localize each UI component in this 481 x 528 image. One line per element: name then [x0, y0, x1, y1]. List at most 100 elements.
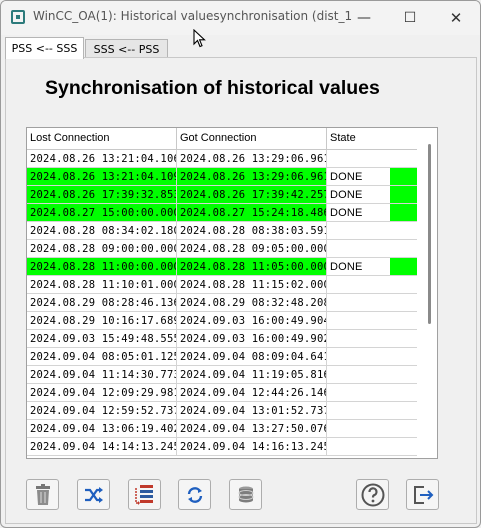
- shuffle-icon: [84, 486, 103, 503]
- cell-got-connection: 2024.08.29 08:32:48.208: [177, 294, 327, 311]
- table-row[interactable]: 2024.09.04 13:06:19.402 2024.09.04 13:27:…: [27, 420, 417, 438]
- cell-state: DONE: [327, 204, 390, 221]
- cell-got-connection: 2024.09.04 13:01:52.737: [177, 402, 327, 419]
- minimize-button[interactable]: —: [341, 1, 387, 35]
- cell-got-connection: 2024.08.26 17:39:42.257: [177, 186, 327, 203]
- title-bar[interactable]: WinCC_OA(1): Historical valuesynchronisa…: [1, 1, 480, 35]
- table-row[interactable]: 2024.08.28 09:00:00.000 2024.08.28 09:05:…: [27, 240, 417, 258]
- tab-pss-from-sss[interactable]: PSS <-- SSS: [5, 37, 84, 59]
- cell-lost-connection: 2024.08.28 08:34:02.180: [27, 222, 177, 239]
- table-body: 2024.08.26 13:21:04.106 2024.08.26 13:29:…: [27, 150, 417, 456]
- table-row[interactable]: 2024.08.26 17:39:32.853 2024.08.26 17:39:…: [27, 186, 417, 204]
- cell-lost-connection: 2024.09.04 11:14:30.773: [27, 366, 177, 383]
- table-header: Lost Connection Got Connection State: [27, 128, 417, 150]
- cell-state: [327, 420, 390, 437]
- cell-state: [327, 366, 390, 383]
- list-transfer-icon: [134, 484, 153, 505]
- tab-sss-from-pss[interactable]: SSS <-- PSS: [85, 39, 168, 58]
- table-row[interactable]: 2024.09.03 15:49:48.555 2024.09.03 16:00:…: [27, 330, 417, 348]
- page-title: Synchronisation of historical values: [45, 77, 380, 99]
- cell-state: [327, 402, 390, 419]
- table-row[interactable]: 2024.08.27 15:00:00.000 2024.08.27 15:24:…: [27, 204, 417, 222]
- help-button[interactable]: [356, 479, 389, 510]
- trash-icon: [35, 483, 50, 505]
- table-row[interactable]: 2024.08.28 08:34:02.180 2024.08.28 08:38:…: [27, 222, 417, 240]
- table-row[interactable]: 2024.09.04 12:59:52.737 2024.09.04 13:01:…: [27, 402, 417, 420]
- table-row[interactable]: 2024.08.26 13:21:04.106 2024.08.26 13:29:…: [27, 150, 417, 168]
- cell-state: DONE: [327, 168, 390, 185]
- cell-got-connection: 2024.08.27 15:24:18.486: [177, 204, 327, 221]
- table-row[interactable]: 2024.08.29 08:28:46.136 2024.08.29 08:32:…: [27, 294, 417, 312]
- cell-lost-connection: 2024.08.26 17:39:32.853: [27, 186, 177, 203]
- table-row[interactable]: 2024.08.28 11:00:00.000 2024.08.28 11:05:…: [27, 258, 417, 276]
- table-row[interactable]: 2024.09.04 11:14:30.773 2024.09.04 11:19:…: [27, 366, 417, 384]
- vertical-scrollbar[interactable]: [425, 144, 435, 444]
- column-header-got-connection[interactable]: Got Connection: [177, 128, 327, 149]
- cell-lost-connection: 2024.08.28 11:10:01.000: [27, 276, 177, 293]
- cell-lost-connection: 2024.09.04 13:06:19.402: [27, 420, 177, 437]
- cell-got-connection: 2024.09.03 16:00:49.902: [177, 330, 327, 347]
- window-title: WinCC_OA(1): Historical valuesynchronisa…: [33, 9, 353, 23]
- cell-lost-connection: 2024.08.28 11:00:00.000: [27, 258, 177, 275]
- cell-state: [327, 294, 390, 311]
- scrollbar-thumb[interactable]: [428, 144, 431, 324]
- refresh-icon: [187, 486, 202, 503]
- application-window: WinCC_OA(1): Historical valuesynchronisa…: [0, 0, 481, 528]
- cell-lost-connection: 2024.09.03 15:49:48.555: [27, 330, 177, 347]
- cell-got-connection: 2024.09.04 08:09:04.641: [177, 348, 327, 365]
- cell-state: [327, 348, 390, 365]
- mouse-cursor-icon: [193, 29, 206, 48]
- cell-got-connection: 2024.08.26 13:29:06.961: [177, 150, 327, 167]
- exit-icon: [413, 485, 433, 504]
- help-icon: [361, 483, 384, 506]
- database-icon: [238, 486, 253, 502]
- cell-got-connection: 2024.09.04 12:44:26.146: [177, 384, 327, 401]
- cell-state: [327, 384, 390, 401]
- cell-state: DONE: [327, 186, 390, 203]
- cell-got-connection: 2024.08.28 11:05:00.000: [177, 258, 327, 275]
- cell-got-connection: 2024.08.28 11:15:02.000: [177, 276, 327, 293]
- cell-lost-connection: 2024.09.04 08:05:01.125: [27, 348, 177, 365]
- refresh-button[interactable]: [178, 479, 211, 510]
- cell-state: [327, 276, 390, 293]
- cell-lost-connection: 2024.08.27 15:00:00.000: [27, 204, 177, 221]
- cell-got-connection: 2024.09.04 13:27:50.076: [177, 420, 327, 437]
- list-transfer-button[interactable]: [128, 479, 161, 510]
- cell-state: [327, 330, 390, 347]
- cell-got-connection: 2024.09.04 11:19:05.816: [177, 366, 327, 383]
- cell-got-connection: 2024.09.03 16:00:49.904: [177, 312, 327, 329]
- close-button[interactable]: ✕: [433, 1, 479, 35]
- table-row[interactable]: 2024.09.04 08:05:01.125 2024.09.04 08:09:…: [27, 348, 417, 366]
- table-row[interactable]: 2024.09.04 12:09:29.981 2024.09.04 12:44:…: [27, 384, 417, 402]
- cell-state: [327, 240, 390, 257]
- table-row[interactable]: 2024.08.26 13:21:04.109 2024.08.26 13:29:…: [27, 168, 417, 186]
- database-button[interactable]: [229, 479, 262, 510]
- cell-lost-connection: 2024.09.04 12:59:52.737: [27, 402, 177, 419]
- cell-state: [327, 312, 390, 329]
- cell-got-connection: 2024.09.04 14:16:13.245: [177, 438, 327, 455]
- cell-got-connection: 2024.08.28 08:38:03.591: [177, 222, 327, 239]
- cell-got-connection: 2024.08.28 09:05:00.000: [177, 240, 327, 257]
- exit-button[interactable]: [406, 479, 439, 510]
- table-row[interactable]: 2024.08.29 10:16:17.689 2024.09.03 16:00:…: [27, 312, 417, 330]
- table-row[interactable]: 2024.09.04 14:14:13.245 2024.09.04 14:16:…: [27, 438, 417, 456]
- cell-lost-connection: 2024.08.28 09:00:00.000: [27, 240, 177, 257]
- cell-state: DONE: [327, 258, 390, 275]
- cell-lost-connection: 2024.08.26 13:21:04.109: [27, 168, 177, 185]
- maximize-button[interactable]: ☐: [387, 1, 433, 35]
- cell-lost-connection: 2024.08.29 10:16:17.689: [27, 312, 177, 329]
- cell-lost-connection: 2024.08.29 08:28:46.136: [27, 294, 177, 311]
- table-row[interactable]: 2024.08.28 11:10:01.000 2024.08.28 11:15:…: [27, 276, 417, 294]
- shuffle-button[interactable]: [77, 479, 110, 510]
- delete-button[interactable]: [26, 479, 59, 510]
- cell-state: [327, 222, 390, 239]
- column-header-state[interactable]: State: [327, 128, 390, 149]
- app-icon: [11, 10, 25, 24]
- cell-state: [327, 150, 390, 167]
- cell-got-connection: 2024.08.26 13:29:06.961: [177, 168, 327, 185]
- cell-lost-connection: 2024.08.26 13:21:04.106: [27, 150, 177, 167]
- cell-state: [327, 438, 390, 455]
- history-table[interactable]: Lost Connection Got Connection State 202…: [26, 127, 438, 459]
- cell-lost-connection: 2024.09.04 14:14:13.245: [27, 438, 177, 455]
- column-header-lost-connection[interactable]: Lost Connection: [27, 128, 177, 149]
